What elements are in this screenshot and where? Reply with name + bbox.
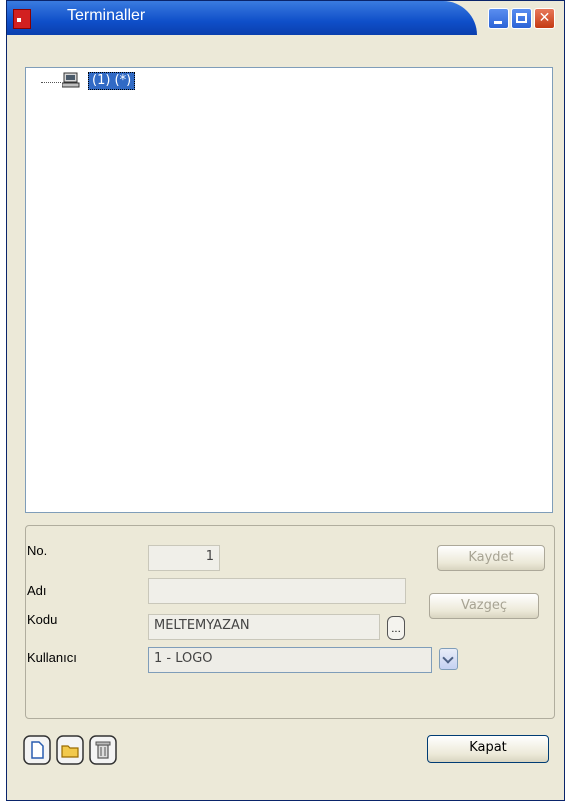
tree-connector — [41, 82, 61, 83]
chevron-down-icon — [442, 652, 454, 664]
minimize-icon — [494, 21, 502, 24]
minimize-button[interactable] — [488, 8, 509, 29]
no-field[interactable]: 1 — [148, 545, 220, 571]
no-label: No. — [27, 543, 48, 558]
terminal-tree[interactable]: (1) (*) — [25, 67, 553, 513]
vazgec-button[interactable]: Vazgeç — [429, 593, 539, 619]
kodu-label: Kodu — [27, 612, 58, 627]
tree-item-terminal[interactable]: (1) (*) — [88, 72, 136, 90]
kodu-field[interactable]: MELTEMYAZAN — [148, 614, 380, 640]
window-title: Terminaller — [67, 7, 146, 24]
delete-bin-icon[interactable] — [89, 735, 117, 765]
adi-label: Adı — [27, 583, 47, 598]
open-folder-icon[interactable] — [56, 735, 84, 765]
app-icon[interactable] — [13, 9, 31, 29]
kullanici-label: Kullanıcı — [27, 650, 77, 665]
kaydet-button[interactable]: Kaydet — [437, 545, 545, 571]
new-document-icon[interactable] — [23, 735, 51, 765]
status-bar — [7, 785, 564, 800]
kapat-button[interactable]: Kapat — [427, 735, 549, 763]
kullanici-select[interactable]: 1 - LOGO — [148, 647, 432, 673]
kodu-lookup-button[interactable]: ... — [387, 616, 405, 640]
maximize-icon — [516, 13, 527, 23]
adi-field[interactable] — [148, 578, 406, 604]
terminaller-window: Terminaller ✕ (1) (*) No. 1 Adı Kodu MEL… — [6, 0, 565, 801]
close-button[interactable]: ✕ — [534, 8, 555, 29]
kullanici-dropdown-button[interactable] — [439, 648, 458, 670]
close-icon: ✕ — [538, 10, 551, 26]
computer-icon — [62, 72, 80, 88]
title-bar[interactable]: Terminaller ✕ — [7, 1, 564, 35]
maximize-button[interactable] — [511, 8, 532, 29]
